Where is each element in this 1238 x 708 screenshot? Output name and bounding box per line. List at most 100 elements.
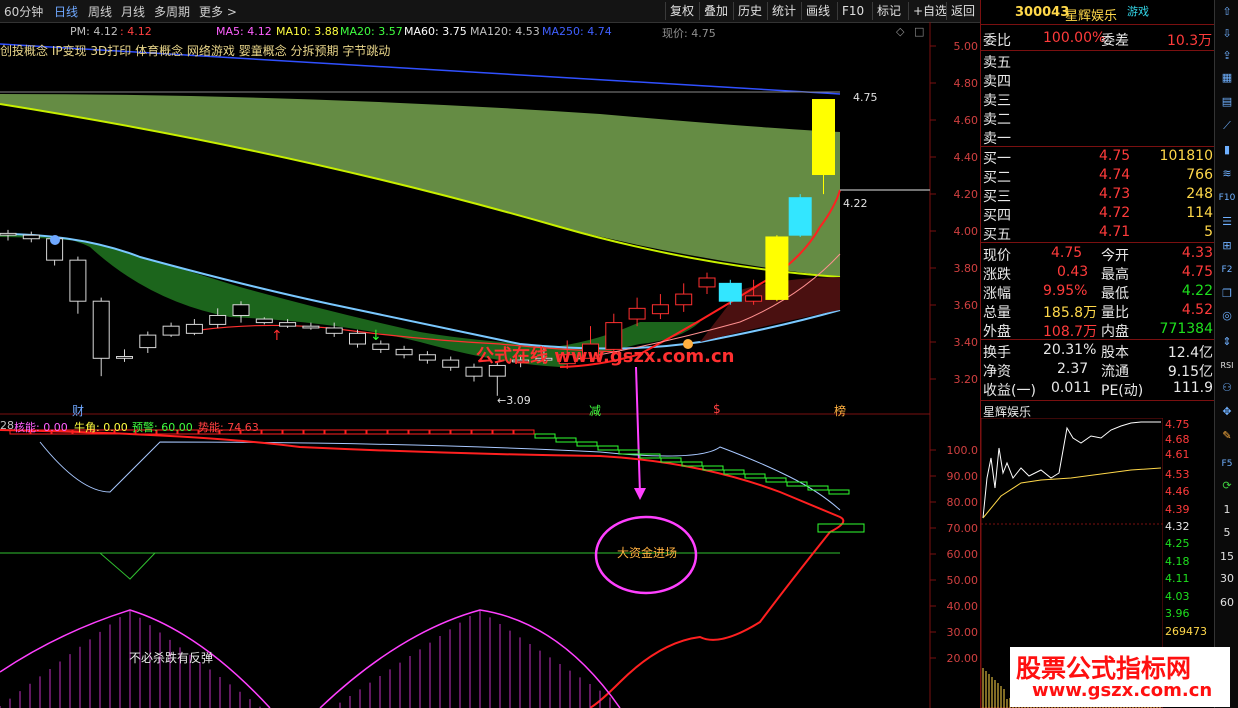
pm-value: PM: 4.12 [70,25,118,38]
quote-row: 涨跌 0.43 最高 4.75 [981,264,1215,283]
user-icon[interactable]: ⚇ [1218,380,1236,396]
price-tick: 4.20 [953,188,979,201]
period-daily[interactable]: 日线 [54,3,78,20]
list-icon[interactable]: ☰ [1218,214,1236,230]
buy-level-row[interactable]: 买一 4.75 101810 [981,148,1215,167]
quote-value: 4.75 [1181,264,1213,280]
yujing-value: 预警: 60.00 [132,421,193,434]
period-shortcut[interactable]: 1 [1215,503,1238,516]
price-tick: 4.40 [953,151,979,164]
indicator-tick: 40.00 [946,600,979,613]
candle-icon[interactable]: ▮ [1218,142,1236,158]
tick-chart-icon[interactable]: ≋ [1218,166,1236,182]
sell-level-row[interactable]: 卖一 [981,128,1215,147]
expand-icon[interactable]: ⇕ [1218,334,1236,350]
period-multi[interactable]: 多周期 [154,3,190,20]
industry-tag[interactable]: 游戏 [1127,3,1149,19]
table-icon[interactable]: ▤ [1218,94,1236,110]
candle-body [279,322,297,327]
candle-body [209,314,227,325]
f2-icon[interactable]: F2 [1218,262,1236,278]
indicator-tick: 30.00 [946,626,979,639]
mini-axis-tick: 4.25 [1165,537,1190,550]
diamond-icon[interactable]: ◇ [896,25,904,38]
mini-axis-tick: 4.53 [1165,468,1190,481]
candle-body [675,293,693,306]
buy-level-row[interactable]: 买二 4.74 766 [981,167,1215,186]
marker-finance[interactable]: 财 [72,402,84,419]
refresh-icon[interactable]: ⟳ [1218,478,1236,494]
period-monthly[interactable]: 月线 [121,3,145,20]
move-icon[interactable]: ✥ [1218,404,1236,420]
period-weekly[interactable]: 周线 [88,3,112,20]
circle-icon[interactable]: ◎ [1218,308,1236,324]
sell-level-label: 卖三 [983,93,1011,109]
buy-level-row[interactable]: 买四 4.72 114 [981,205,1215,224]
f10-button[interactable]: F10 [837,2,868,20]
period-shortcut[interactable]: 15 [1215,550,1238,563]
line-chart-icon[interactable]: ⟋ [1218,118,1236,134]
buy-level-row[interactable]: 买三 4.73 248 [981,186,1215,205]
period-shortcut[interactable]: 5 [1215,526,1238,539]
stats-button[interactable]: 统计 [767,2,800,20]
stock-name: 星辉娱乐 [1065,9,1118,24]
candle-body [465,366,483,377]
f10-icon[interactable]: F10 [1218,190,1236,206]
price-tick: 4.60 [953,114,979,127]
period-more[interactable]: 更多 > [199,3,237,20]
buy-level-volume: 248 [1186,186,1213,202]
down-arrow-icon[interactable]: ⇩ [1218,26,1236,42]
grid-icon[interactable]: ▦ [1218,70,1236,86]
price-tick: 5.00 [953,40,979,53]
quote-value: 4.52 [1181,302,1213,318]
quote-value: 9.95% [1043,283,1088,299]
candle-body [651,304,669,315]
layout-icon[interactable]: ⊞ [1218,238,1236,254]
candle-body [139,334,157,349]
sell-level-row[interactable]: 卖五 [981,52,1215,71]
candle-body [116,356,133,359]
add-watchlist-button[interactable]: +自选 [908,2,951,20]
fuquan-button[interactable]: 复权 [665,2,698,20]
low-price-label: ←3.09 [497,394,531,407]
overlay-button[interactable]: 叠加 [699,2,732,20]
export-icon[interactable]: ⇪ [1218,48,1236,64]
marker-ranking[interactable]: 榜 [834,402,846,419]
period-shortcut[interactable]: 30 [1215,572,1238,585]
pencil-icon[interactable]: ✎ [1218,428,1236,444]
quote-row: 总量 185.8万 量比 4.52 [981,302,1215,321]
ma120-band [0,94,840,277]
marker-reduce[interactable]: 减 [589,402,601,419]
sell-level-row[interactable]: 卖四 [981,71,1215,90]
stat-value: 111.9 [1172,380,1213,396]
ma5-value: MA5: 4.12 [216,25,272,38]
up-arrow-icon[interactable]: ⇧ [1218,4,1236,20]
marker-dollar[interactable]: $ [713,402,721,416]
period-shortcut[interactable]: 60 [1215,596,1238,609]
sell-level-row[interactable]: 卖三 [981,90,1215,109]
back-button[interactable]: 返回 [946,2,979,20]
price-tick: 4.80 [953,77,979,90]
f5-icon[interactable]: F5 [1218,456,1236,472]
price-tick: 3.60 [953,299,979,312]
stat-value: 12.4亿 [1167,345,1213,361]
square-icon[interactable]: □ [914,25,924,38]
rsi-icon[interactable]: RSI [1218,358,1236,374]
quote-row: 涨幅 9.95% 最低 4.22 [981,283,1215,302]
period-60min[interactable]: 60分钟 [4,3,43,20]
buy-level-row[interactable]: 买五 4.71 5 [981,224,1215,243]
history-button[interactable]: 历史 [733,2,766,20]
quote-label: 外盘 [983,324,1011,340]
mini-volume-value: 269473 [1165,625,1207,638]
brand-watermark: 股票公式指标网 www.gszx.com.cn [1010,647,1230,707]
window-icon[interactable]: ❐ [1218,286,1236,302]
chart-watermark: 公式在线 www.gszx.com.cn [476,346,735,367]
sell-level-row[interactable]: 卖二 [981,109,1215,128]
ma120-value: MA120: 4.53 [470,25,540,38]
buy-level-label: 买二 [983,170,1011,186]
mark-button[interactable]: 标记 [872,2,905,20]
indicator-tick: 20.00 [946,652,979,665]
indicator-tick: 70.00 [946,522,979,535]
draw-line-button[interactable]: 画线 [801,2,834,20]
buy-level-volume: 101810 [1159,148,1213,164]
